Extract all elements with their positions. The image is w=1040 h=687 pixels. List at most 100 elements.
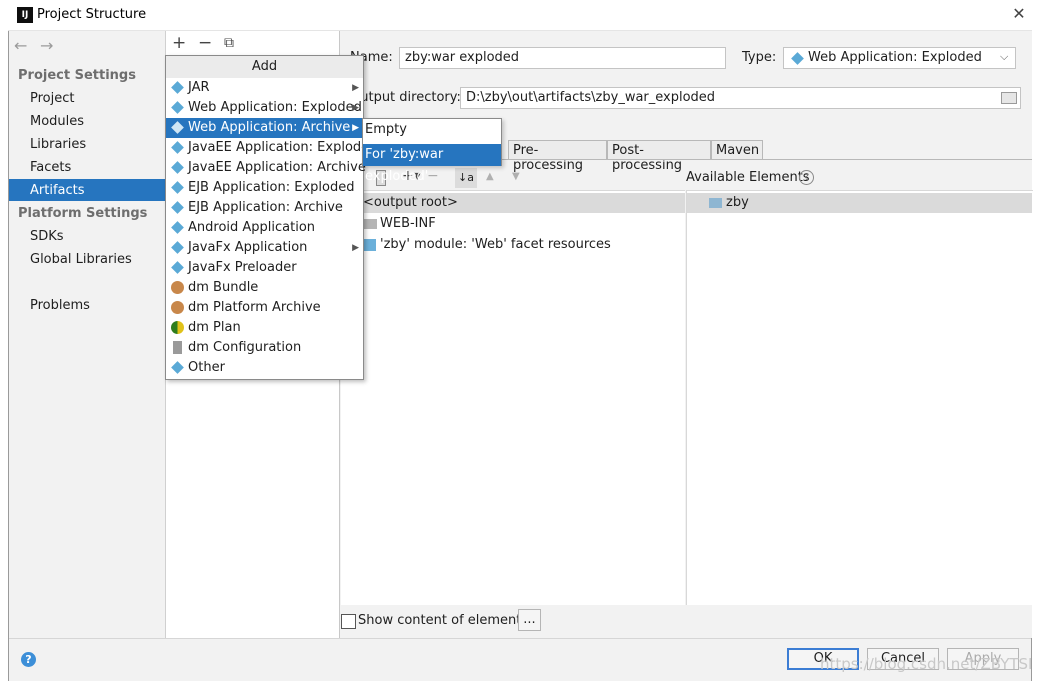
available-elements-label: Available Elements xyxy=(686,170,810,185)
dm-config-icon xyxy=(173,341,182,354)
popup-item-ejb-exploded[interactable]: EJB Application: Exploded xyxy=(166,178,363,198)
nav-item-project[interactable]: Project xyxy=(30,91,74,106)
popup-item-label: dm Platform Archive xyxy=(188,300,321,315)
folder-icon xyxy=(364,219,377,229)
add-popup-header: Add xyxy=(166,56,363,78)
ejb-artifact-icon xyxy=(171,181,184,194)
popup-item-dm-configuration[interactable]: dm Configuration xyxy=(166,338,363,358)
javaee-artifact-icon xyxy=(171,141,184,154)
help-icon[interactable]: ? xyxy=(799,170,814,185)
popup-item-ejb-archive[interactable]: EJB Application: Archive xyxy=(166,198,363,218)
popup-item-javafx-preloader[interactable]: JavaFx Preloader xyxy=(166,258,363,278)
help-button[interactable]: ? xyxy=(21,652,36,667)
popup-item-label: Android Application xyxy=(188,220,316,235)
remove-element-icon[interactable]: − xyxy=(427,168,439,184)
nav-item-sdks[interactable]: SDKs xyxy=(30,229,64,244)
nav-item-global-libraries[interactable]: Global Libraries xyxy=(30,252,132,267)
folder-browse-icon[interactable] xyxy=(1001,92,1017,104)
module-icon xyxy=(709,198,722,208)
dm-plan-icon xyxy=(171,321,184,334)
watermark: https://blog.csdn.net/ZBYTSI xyxy=(820,655,1033,673)
tab-pre-processing[interactable]: Pre-processing xyxy=(508,140,607,173)
popup-item-label: dm Configuration xyxy=(188,340,302,355)
close-icon[interactable]: ✕ xyxy=(1009,4,1029,24)
type-value: Web Application: Exploded xyxy=(808,50,982,65)
output-directory-field[interactable]: D:\zby\out\artifacts\zby_war_exploded xyxy=(460,87,1021,109)
popup-item-label: EJB Application: Exploded xyxy=(188,180,355,195)
output-directory-label: Output directory: xyxy=(350,90,461,105)
remove-icon[interactable]: − xyxy=(198,33,212,53)
add-icon[interactable]: + xyxy=(172,33,186,53)
move-up-icon[interactable]: ▲ xyxy=(486,171,494,182)
web-facet-icon xyxy=(364,239,376,251)
popup-item-web-app-exploded[interactable]: Web Application: Exploded ▶ xyxy=(166,98,363,118)
popup-item-label: Web Application: Archive xyxy=(188,120,351,135)
intellij-logo-icon: IJ xyxy=(17,7,33,23)
web-artifact-icon xyxy=(171,101,184,114)
show-content-label: Show content of elements xyxy=(358,613,529,628)
javaee-artifact-icon xyxy=(171,161,184,174)
type-select[interactable]: Web Application: Exploded xyxy=(783,47,1016,69)
submenu-arrow-icon: ▶ xyxy=(352,103,359,113)
dm-platform-icon xyxy=(171,301,184,314)
popup-item-label: dm Plan xyxy=(188,320,241,335)
nav-item-facets[interactable]: Facets xyxy=(30,160,71,175)
nav-item-modules[interactable]: Modules xyxy=(30,114,84,129)
nav-item-libraries[interactable]: Libraries xyxy=(30,137,86,152)
sort-elements-icon[interactable]: ↓a xyxy=(455,168,477,188)
popup-item-dm-bundle[interactable]: dm Bundle xyxy=(166,278,363,298)
available-item-zby[interactable]: zby xyxy=(726,195,749,210)
copy-icon[interactable]: ⧉ xyxy=(224,35,234,51)
tab-maven[interactable]: Maven xyxy=(711,140,763,160)
submenu-arrow-icon: ▶ xyxy=(352,243,359,253)
popup-item-label: Other xyxy=(188,360,225,375)
forward-arrow-icon[interactable]: → xyxy=(40,36,53,55)
move-down-icon[interactable]: ▼ xyxy=(512,171,520,182)
window-title: Project Structure xyxy=(37,7,147,22)
popup-item-label: JavaFx Preloader xyxy=(188,260,297,275)
artifact-diamond-icon xyxy=(171,361,184,374)
popup-item-web-app-archive[interactable]: Web Application: Archive ▶ xyxy=(166,118,363,138)
nav-item-artifacts[interactable]: Artifacts xyxy=(30,183,85,198)
nav-item-problems[interactable]: Problems xyxy=(30,298,90,313)
popup-item-label: Web Application: Exploded xyxy=(188,100,362,115)
submenu-arrow-icon: ▶ xyxy=(352,123,359,133)
tree-item-web-inf[interactable]: WEB-INF xyxy=(380,216,436,231)
popup-item-label: JavaEE Application: Exploded xyxy=(188,140,378,155)
popup-item-label: EJB Application: Archive xyxy=(188,200,343,215)
popup-item-dm-plan[interactable]: dm Plan xyxy=(166,318,363,338)
popup-item-other[interactable]: Other xyxy=(166,358,363,378)
artifact-diamond-icon xyxy=(171,241,184,254)
popup-item-label: JAR xyxy=(188,80,210,95)
available-elements-tree xyxy=(686,190,1033,605)
popup-item-javaee-archive[interactable]: JavaEE Application: Archive xyxy=(166,158,366,178)
title-bar xyxy=(8,0,1032,31)
popup-item-javafx-application[interactable]: JavaFx Application ▶ xyxy=(166,238,363,258)
submenu-item-empty[interactable]: Empty xyxy=(363,119,501,141)
chevron-down-icon[interactable]: ⌵ xyxy=(1000,50,1008,64)
tree-item-web-facet-resources[interactable]: 'zby' module: 'Web' facet resources xyxy=(380,237,611,252)
dm-bundle-icon xyxy=(171,281,184,294)
popup-item-dm-platform-archive[interactable]: dm Platform Archive xyxy=(166,298,363,318)
show-content-checkbox[interactable] xyxy=(341,614,356,629)
submenu-item-for-zby-war-exploded[interactable]: For 'zby:war exploded' xyxy=(363,144,501,184)
popup-item-label: dm Bundle xyxy=(188,280,259,295)
name-field[interactable]: zby:war exploded xyxy=(399,47,726,69)
popup-item-android-application[interactable]: Android Application xyxy=(166,218,363,238)
popup-item-jar[interactable]: JAR ▶ xyxy=(166,78,363,98)
artifact-diamond-icon xyxy=(171,261,184,274)
show-content-options-button[interactable]: ... xyxy=(518,609,541,631)
output-layout-tree xyxy=(341,190,685,605)
project-settings-heading: Project Settings xyxy=(18,68,136,83)
back-arrow-icon[interactable]: ← xyxy=(14,36,27,55)
tree-item-output-root[interactable]: <output root> xyxy=(363,195,458,210)
submenu-arrow-icon: ▶ xyxy=(352,83,359,93)
artifact-diamond-icon xyxy=(171,221,184,234)
type-label: Type: xyxy=(742,50,777,65)
web-artifact-icon xyxy=(171,121,184,134)
tab-post-processing[interactable]: Post-processing xyxy=(607,140,711,173)
popup-item-javaee-exploded[interactable]: JavaEE Application: Exploded xyxy=(166,138,377,158)
artifact-diamond-icon xyxy=(171,81,184,94)
popup-item-label: JavaEE Application: Archive xyxy=(188,160,366,175)
platform-settings-heading: Platform Settings xyxy=(18,206,148,221)
